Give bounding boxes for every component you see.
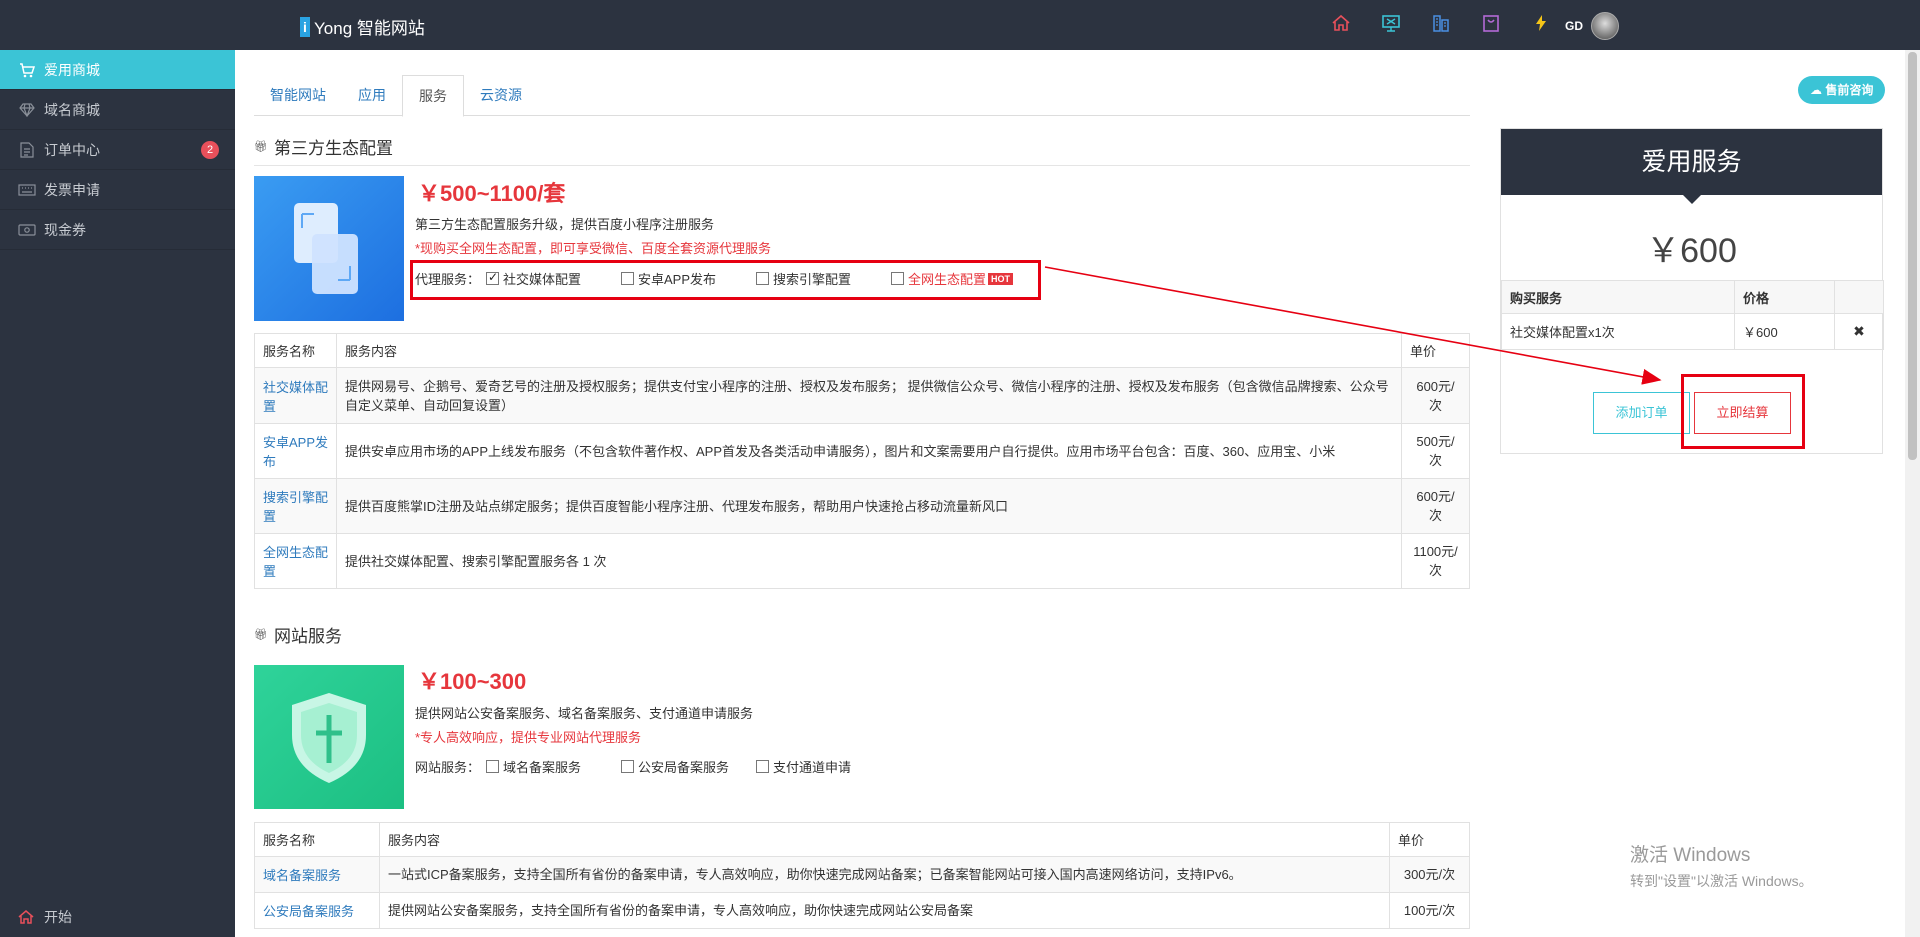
watermark-line1: 激活 Windows: [1630, 845, 1751, 866]
page-scrollbar[interactable]: [1905, 50, 1920, 937]
watermark-line2: 转到"设置"以激活 Windows。: [1630, 873, 1813, 889]
annotation-arrow: [1044, 266, 1662, 385]
scrollbar-thumb[interactable]: [1908, 52, 1917, 460]
windows-activation-watermark: 激活 Windows 转到"设置"以激活 Windows。: [1630, 840, 1813, 891]
